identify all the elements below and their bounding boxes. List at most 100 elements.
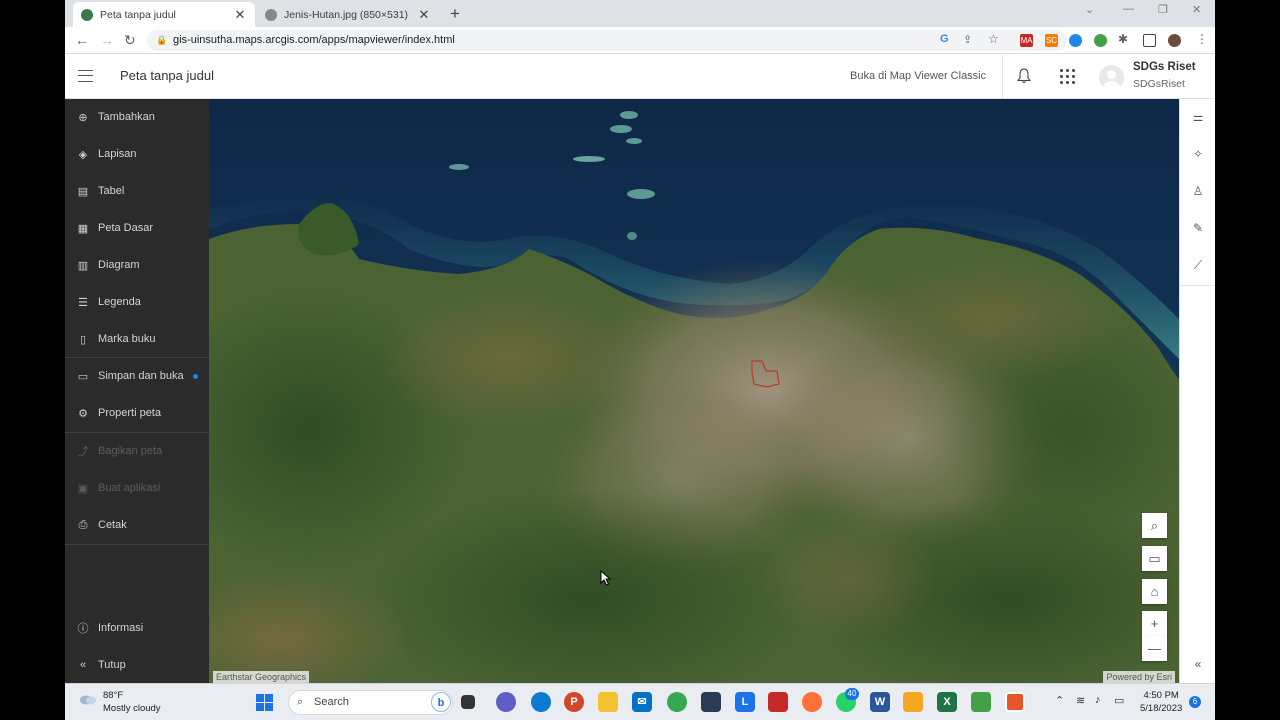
print-icon: ⎙ bbox=[78, 518, 88, 531]
volume-icon[interactable]: ♪ bbox=[1095, 694, 1101, 706]
sidebar-item-label: Cetak bbox=[98, 519, 127, 531]
edge-icon[interactable] bbox=[531, 692, 551, 712]
extension-icon[interactable]: SC bbox=[1045, 34, 1058, 47]
sidebar-item-lapisan[interactable]: ◈ Lapisan bbox=[65, 138, 209, 170]
extension-icon[interactable] bbox=[1094, 34, 1107, 47]
taskbar: 88°F Mostly cloudy ⌕ Search b P ✉ L 40 W… bbox=[65, 683, 1215, 720]
wifi-icon[interactable]: ≋ bbox=[1076, 694, 1085, 707]
divider bbox=[65, 544, 209, 545]
sidebar-item-label: Lapisan bbox=[98, 148, 137, 160]
google-icon[interactable]: G bbox=[940, 33, 949, 45]
weather-temp[interactable]: 88°F bbox=[103, 690, 123, 701]
close-window-icon[interactable]: ✕ bbox=[1192, 3, 1201, 16]
sidebar-item-diagram[interactable]: ▥ Diagram bbox=[65, 249, 209, 281]
sidebar-item-legenda[interactable]: ☰ Legenda bbox=[65, 286, 209, 318]
globe-icon bbox=[265, 8, 277, 21]
puzzle-icon[interactable]: ✱ bbox=[1118, 32, 1128, 46]
sidebar-item-tabel[interactable]: ▤ Tabel bbox=[65, 175, 209, 207]
fullscreen-button[interactable]: ▭ bbox=[1142, 546, 1167, 571]
extension-icon[interactable] bbox=[1069, 34, 1082, 47]
chat-icon[interactable] bbox=[496, 692, 516, 712]
profile-icon[interactable] bbox=[1168, 34, 1181, 47]
attribution-right[interactable]: Powered by Esri bbox=[1103, 671, 1175, 683]
taskbar-search[interactable]: ⌕ Search bbox=[288, 690, 453, 715]
page-title[interactable]: Peta tanpa judul bbox=[120, 68, 214, 83]
sketch-icon[interactable]: ✎ bbox=[1190, 220, 1206, 236]
app-icon[interactable] bbox=[701, 692, 721, 712]
powerpoint-icon[interactable]: P bbox=[564, 692, 584, 712]
battery-icon[interactable]: ▭ bbox=[1114, 694, 1124, 707]
extension-icon[interactable]: MA bbox=[1020, 34, 1033, 47]
properties-icon[interactable]: ⚌ bbox=[1190, 109, 1206, 125]
sidebar-item-label: Tutup bbox=[98, 659, 126, 671]
reload-icon[interactable]: ↻ bbox=[124, 32, 136, 49]
close-tab-icon[interactable]: ✕ bbox=[233, 7, 247, 23]
map-view[interactable]: Earthstar Geographics Powered by Esri ⌕ … bbox=[209, 99, 1179, 683]
zoom-in-button[interactable]: + bbox=[1142, 611, 1167, 636]
windows-start-icon[interactable] bbox=[256, 694, 273, 711]
sidebar-item-properti-peta[interactable]: ⚙ Properti peta bbox=[65, 397, 209, 429]
camtasia-icon[interactable] bbox=[971, 692, 991, 712]
weather-desc[interactable]: Mostly cloudy bbox=[103, 703, 161, 714]
bing-icon[interactable]: b bbox=[431, 692, 451, 712]
avatar[interactable] bbox=[1099, 65, 1124, 90]
search-button[interactable]: ⌕ bbox=[1142, 513, 1167, 538]
sidebar-item-simpan-dan-buka[interactable]: ▭ Simpan dan buka bbox=[65, 360, 209, 392]
menu-dots-icon[interactable]: ⋮ bbox=[1196, 32, 1208, 46]
effects-icon[interactable]: ✧ bbox=[1190, 146, 1206, 162]
left-sidebar: ⊕ Tambahkan ◈ Lapisan ▤ Tabel ▦ Peta Das… bbox=[65, 99, 209, 683]
expand-toolbar-icon[interactable]: « bbox=[1190, 656, 1206, 672]
back-icon[interactable]: ← bbox=[75, 32, 89, 48]
sidebar-item-label: Properti peta bbox=[98, 407, 161, 419]
tab-image[interactable]: Jenis-Hutan.jpg (850×531) ✕ bbox=[257, 2, 439, 27]
sidebar-item-tutup[interactable]: « Tutup bbox=[65, 649, 209, 681]
word-icon[interactable]: W bbox=[870, 692, 890, 712]
task-view-icon[interactable] bbox=[461, 695, 475, 709]
maximize-icon[interactable]: ❐ bbox=[1158, 3, 1168, 16]
chevron-up-icon[interactable]: ⌃ bbox=[1055, 694, 1064, 707]
classic-link[interactable]: Buka di Map Viewer Classic bbox=[850, 70, 986, 82]
sidebar-item-peta-dasar[interactable]: ▦ Peta Dasar bbox=[65, 212, 209, 244]
notification-count[interactable]: 6 bbox=[1189, 696, 1201, 708]
tab-search-icon[interactable]: ⌄ bbox=[1085, 3, 1094, 16]
sidebar-item-marka-buku[interactable]: ▯ Marka buku bbox=[65, 323, 209, 355]
minimize-icon[interactable]: — bbox=[1123, 3, 1134, 15]
sidebar-item-tambahkan[interactable]: ⊕ Tambahkan bbox=[65, 101, 209, 133]
user-name[interactable]: SDGs Riset bbox=[1133, 61, 1196, 73]
new-tab-icon[interactable]: + bbox=[450, 4, 460, 24]
styles-icon[interactable]: ♙ bbox=[1190, 183, 1206, 199]
zoom-in-icon: + bbox=[1150, 616, 1159, 631]
bookmark-star-icon[interactable]: ☆ bbox=[988, 32, 999, 46]
recorder-icon[interactable] bbox=[1005, 692, 1025, 712]
excel-icon[interactable]: X bbox=[937, 692, 957, 712]
close-tab-icon[interactable]: ✕ bbox=[417, 7, 431, 23]
share-page-icon[interactable]: ⇪ bbox=[963, 33, 972, 46]
satellite-imagery bbox=[209, 99, 1179, 683]
sidebar-item-cetak[interactable]: ⎙ Cetak bbox=[65, 509, 209, 541]
chrome-icon[interactable] bbox=[667, 692, 687, 712]
file-explorer-icon[interactable] bbox=[598, 692, 618, 712]
zoom-out-button[interactable]: — bbox=[1142, 636, 1167, 661]
search-placeholder: Search bbox=[314, 696, 349, 708]
apps-icon: ▣ bbox=[77, 482, 89, 495]
sidebar-item-label: Tabel bbox=[98, 185, 125, 197]
clock[interactable]: 4:50 PM 5/18/2023 bbox=[1140, 689, 1182, 715]
forward-icon[interactable]: → bbox=[100, 32, 114, 48]
firefox-icon[interactable] bbox=[802, 692, 822, 712]
tab-map[interactable]: Peta tanpa judul ✕ bbox=[73, 2, 255, 27]
divider bbox=[65, 432, 209, 433]
app-g-icon[interactable] bbox=[903, 692, 923, 712]
measure-icon[interactable]: ⟋ bbox=[1190, 257, 1206, 273]
apps-grid-icon[interactable] bbox=[1060, 69, 1076, 85]
sidepanel-icon[interactable] bbox=[1143, 34, 1156, 47]
sidebar-item-label: Tambahkan bbox=[98, 111, 155, 123]
app-l-icon[interactable]: L bbox=[735, 692, 755, 712]
mail-icon[interactable]: ✉ bbox=[632, 692, 652, 712]
home-button[interactable]: ⌂ bbox=[1142, 579, 1167, 604]
bell-icon[interactable] bbox=[1017, 68, 1031, 84]
share-icon: ⤴ bbox=[77, 446, 89, 458]
sidebar-item-informasi[interactable]: ⓘ Informasi bbox=[65, 612, 209, 644]
app-m-icon[interactable] bbox=[768, 692, 788, 712]
hamburger-icon[interactable] bbox=[78, 70, 93, 82]
url-field[interactable]: 🔒 gis-uinsutha.maps.arcgis.com/apps/mapv… bbox=[147, 30, 1067, 51]
